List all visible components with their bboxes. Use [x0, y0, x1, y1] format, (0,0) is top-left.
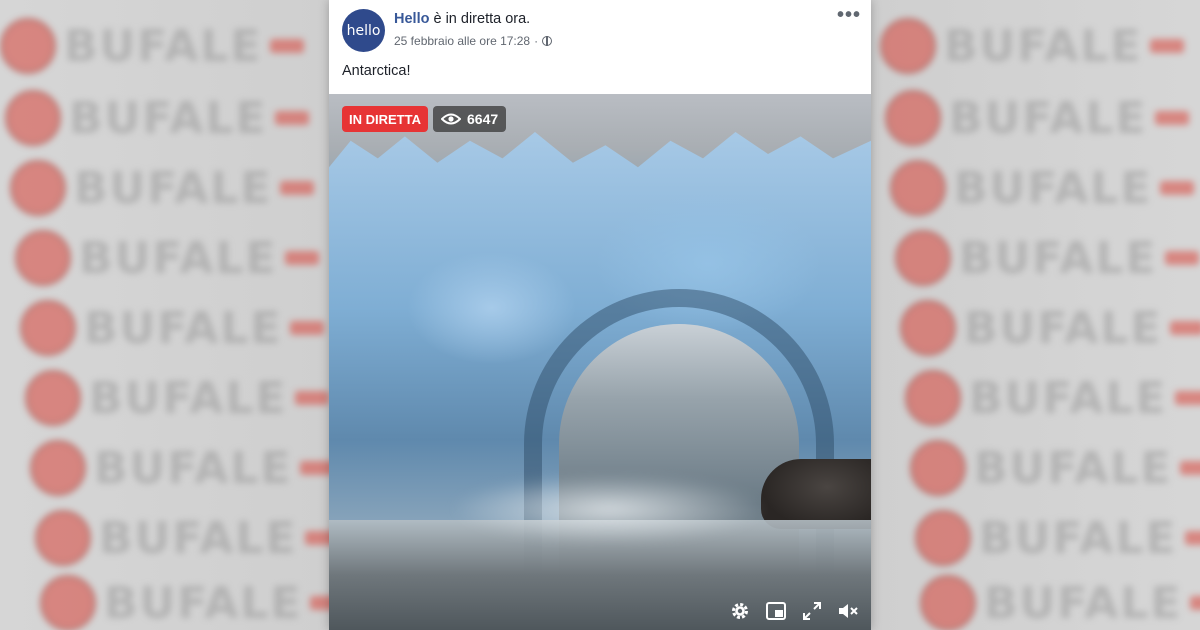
- watermark: BUFALE: [25, 370, 330, 426]
- video-controls: [729, 600, 859, 622]
- viewer-count: 6647: [467, 111, 499, 127]
- watermark: BUFALE: [885, 90, 1190, 146]
- page-name-link[interactable]: Hello: [394, 11, 429, 27]
- post-meta: 25 febbraio alle ore 17:28 ·: [394, 34, 553, 48]
- live-video-player[interactable]: IN DIRETTA 6647: [329, 94, 871, 630]
- post-text: Antarctica!: [342, 63, 411, 79]
- watermark: BUFALE: [10, 160, 315, 216]
- video-frame-rock: [761, 459, 871, 529]
- mute-icon[interactable]: [837, 600, 859, 622]
- watermark: BUFALE: [920, 575, 1200, 630]
- watermark: BUFALE: [20, 300, 325, 356]
- watermark: BUFALE: [915, 510, 1200, 566]
- post-title-line: Hello è in diretta ora.: [394, 11, 530, 27]
- watermark: BUFALE: [40, 575, 345, 630]
- post-date-link[interactable]: 25 febbraio alle ore 17:28: [394, 34, 530, 48]
- video-frame-mist: [449, 474, 769, 544]
- watermark: BUFALE: [880, 18, 1185, 74]
- watermark: BUFALE: [900, 300, 1200, 356]
- fullscreen-icon[interactable]: [801, 600, 823, 622]
- live-badge: IN DIRETTA: [342, 106, 428, 132]
- watermark: BUFALE: [35, 510, 340, 566]
- watermark: BUFALE: [0, 18, 305, 74]
- viewer-count-badge: 6647: [433, 106, 507, 132]
- watermark: BUFALE: [5, 90, 310, 146]
- meta-separator: ·: [534, 34, 539, 48]
- avatar-text: hello: [346, 22, 381, 39]
- watermark: BUFALE: [895, 230, 1200, 286]
- live-status-text: è in diretta ora.: [429, 11, 531, 27]
- picture-in-picture-icon[interactable]: [765, 600, 787, 622]
- globe-icon[interactable]: [542, 36, 553, 46]
- facebook-post-card: hello Hello è in diretta ora. 25 febbrai…: [329, 0, 871, 630]
- watermark: BUFALE: [910, 440, 1200, 496]
- eye-icon: [441, 113, 461, 125]
- post-header: hello Hello è in diretta ora. 25 febbrai…: [329, 0, 871, 94]
- page-avatar[interactable]: hello: [342, 9, 385, 52]
- watermark: BUFALE: [890, 160, 1195, 216]
- watermark: BUFALE: [15, 230, 320, 286]
- watermark: BUFALE: [30, 440, 335, 496]
- more-options-icon[interactable]: •••: [837, 4, 861, 27]
- settings-icon[interactable]: [729, 600, 751, 622]
- watermark: BUFALE: [905, 370, 1200, 426]
